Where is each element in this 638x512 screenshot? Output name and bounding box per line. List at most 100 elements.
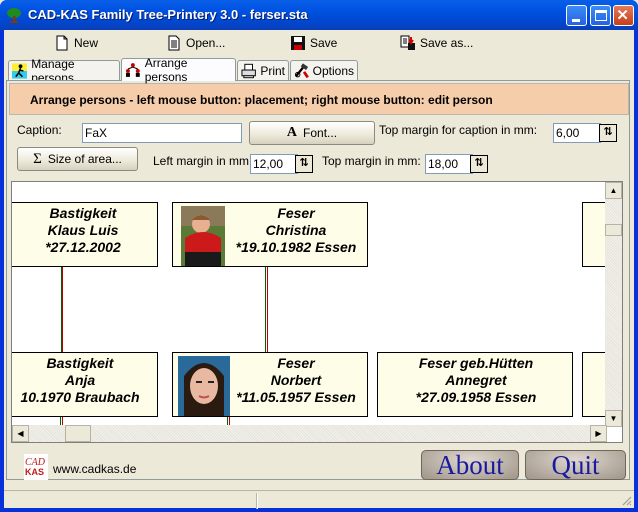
save-label: Save [310, 36, 338, 50]
scroll-down-button[interactable]: ▼ [605, 410, 622, 427]
maximize-button[interactable] [590, 5, 611, 26]
printer-icon [241, 63, 256, 78]
maximize-icon [595, 10, 607, 21]
person-box[interactable]: Feser geb.Hütten Annegret *27.09.1958 Es… [377, 352, 573, 417]
person-given-name: Annegret [445, 372, 507, 388]
walking-person-icon [12, 62, 28, 79]
tab-print-label: Print [260, 63, 285, 78]
person-photo [181, 206, 225, 266]
tab-arrange-persons-label: Arrange persons [144, 56, 188, 84]
person-given-name: Christina [265, 222, 327, 238]
person-birth: *27.09.1958 Essen [415, 389, 537, 405]
top-caption-margin-spinner[interactable]: ⇅ [599, 124, 617, 142]
floppy-disk-icon [291, 36, 305, 50]
new-button[interactable]: New [54, 34, 98, 52]
arrange-persons-panel: Arrange persons - left mouse button: pla… [6, 80, 630, 480]
minimize-button[interactable] [566, 5, 587, 26]
minimize-icon [572, 19, 580, 22]
top-margin-spinner[interactable]: ⇅ [470, 155, 488, 173]
person-surname: Feser [277, 205, 315, 221]
left-margin-spinner[interactable]: ⇅ [295, 155, 313, 173]
quit-button[interactable]: Quit [525, 450, 626, 480]
about-button[interactable]: About [421, 450, 519, 480]
person-box[interactable]: Feser Christina *19.10.1982 Essen [172, 202, 368, 267]
new-label: New [74, 36, 99, 50]
tab-arrange-persons[interactable]: Arrange persons [121, 56, 236, 84]
caption-input[interactable] [82, 123, 242, 143]
open-file-icon [168, 35, 180, 51]
person-given-name: Norbert [270, 372, 322, 388]
vertical-scroll-thumb[interactable] [605, 224, 622, 236]
app-window: CAD-KAS Family Tree-Printery 3.0 - ferse… [0, 0, 638, 512]
vertical-scrollbar[interactable]: ▲ ▼ [605, 182, 622, 427]
font-button-label: Font... [303, 126, 338, 140]
save-button[interactable]: Save [290, 34, 337, 52]
save-as-label: Save as... [420, 36, 474, 50]
person-birth: *27.12.2002 [45, 239, 121, 255]
person-given-name: Anja [64, 372, 96, 388]
website-link[interactable]: www.cadkas.de [53, 462, 136, 476]
scroll-up-button[interactable]: ▲ [605, 182, 622, 199]
arrow-right-icon: ▶ [595, 429, 602, 438]
top-caption-margin-input[interactable] [553, 123, 601, 143]
tab-print[interactable]: Print [237, 60, 289, 80]
about-label: About [436, 450, 504, 480]
close-button[interactable] [613, 5, 634, 26]
quit-label: Quit [551, 450, 600, 480]
window-title: CAD-KAS Family Tree-Printery 3.0 - ferse… [28, 7, 308, 22]
person-birth: 10.1970 Braubach [20, 389, 140, 405]
arrow-down-icon: ▼ [609, 414, 618, 423]
top-caption-margin-label: Top margin for caption in mm: [379, 123, 538, 137]
cadkas-logo-icon: CADKAS [24, 454, 48, 480]
family-tree-icon [125, 63, 140, 77]
save-as-button[interactable]: Save as... [400, 34, 473, 52]
close-icon [617, 9, 628, 20]
person-birth: *19.10.1982 Essen [235, 239, 357, 255]
arrow-up-icon: ▲ [609, 186, 618, 195]
person-surname: Bastigkeit [49, 205, 117, 221]
tab-options[interactable]: Options [290, 60, 358, 80]
left-margin-input[interactable] [250, 154, 298, 174]
tools-icon [294, 62, 309, 78]
tab-manage-persons[interactable]: Manage persons [8, 57, 120, 85]
left-margin-label: Left margin in mm: [153, 154, 253, 168]
save-as-icon [400, 35, 415, 50]
font-button[interactable]: A Font... [249, 121, 375, 145]
person-box[interactable]: Bastigkeit Anja 10.1970 Braubach [12, 352, 158, 417]
size-of-area-button[interactable]: Σ Size of area... [17, 147, 138, 171]
person-box[interactable]: Feser Norbert *11.05.1957 Essen [172, 352, 368, 417]
top-margin-label: Top margin in mm: [322, 154, 421, 168]
status-divider [256, 493, 258, 509]
instruction-banner: Arrange persons - left mouse button: pla… [9, 83, 629, 115]
horizontal-scroll-thumb[interactable] [65, 425, 91, 442]
person-surname: Feser [277, 355, 315, 371]
spin-arrows-icon: ⇅ [603, 126, 613, 138]
tree-canvas[interactable]: Bastigkeit Klaus Luis *27.12.2002 Feser … [11, 181, 623, 443]
open-label: Open... [186, 36, 226, 50]
new-file-icon [56, 35, 68, 51]
person-surname: Feser geb.Hütten [418, 355, 534, 371]
arrow-left-icon: ◀ [17, 429, 24, 438]
spin-arrows-icon: ⇅ [474, 157, 484, 169]
font-icon: A [286, 125, 298, 140]
open-button[interactable]: Open... [166, 34, 225, 52]
status-bar [4, 490, 634, 509]
person-birth: *11.05.1957 Essen [236, 389, 356, 405]
size-of-area-label: Size of area... [47, 152, 122, 166]
top-margin-input[interactable] [425, 154, 473, 174]
spin-arrows-icon: ⇅ [299, 157, 309, 169]
sigma-icon: Σ [33, 150, 42, 167]
horizontal-scrollbar[interactable]: ◀ ▶ [12, 425, 607, 442]
svg-text:KAS: KAS [25, 467, 44, 477]
tab-options-label: Options [312, 63, 354, 78]
person-box[interactable]: Bastigkeit Klaus Luis *27.12.2002 [12, 202, 158, 267]
resize-grip-icon[interactable] [620, 494, 632, 506]
caption-label: Caption: [17, 123, 62, 137]
tree-icon [7, 8, 21, 23]
person-surname: Bastigkeit [46, 355, 114, 371]
scroll-left-button[interactable]: ◀ [12, 425, 29, 442]
client-area: New Open... Save Save as... Manage perso… [4, 30, 634, 509]
scroll-right-button[interactable]: ▶ [590, 425, 607, 442]
title-bar[interactable]: CAD-KAS Family Tree-Printery 3.0 - ferse… [0, 0, 638, 30]
person-given-name: Klaus Luis [47, 222, 119, 238]
